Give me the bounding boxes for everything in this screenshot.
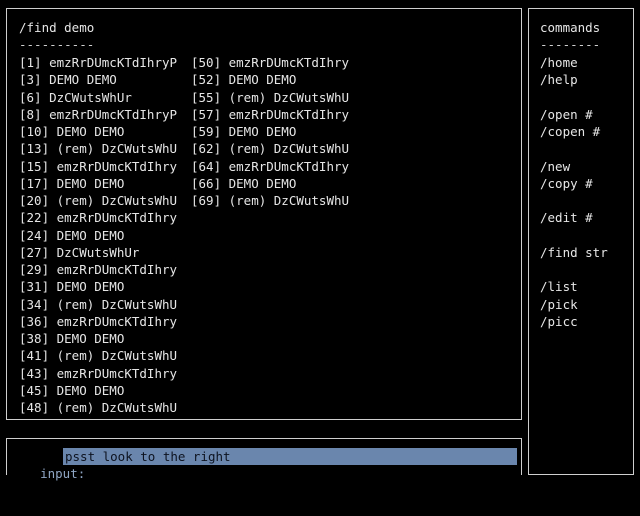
commands-title: commands	[540, 20, 601, 35]
result-item[interactable]: [52] DEMO DEMO	[191, 71, 349, 88]
command-input[interactable]: psst look to the right	[63, 448, 517, 465]
command-item[interactable]: /list	[540, 278, 608, 295]
command-item[interactable]: /copen #	[540, 123, 608, 140]
result-item[interactable]: [45] DEMO DEMO	[19, 382, 177, 399]
result-item[interactable]: [66] DEMO DEMO	[191, 175, 349, 192]
result-item[interactable]: [31] DEMO DEMO	[19, 278, 177, 295]
input-row[interactable]: input: psst look to the right	[7, 448, 519, 481]
command-item[interactable]	[540, 192, 608, 209]
command-item[interactable]: /picc	[540, 313, 608, 330]
result-item[interactable]: [17] DEMO DEMO	[19, 175, 177, 192]
result-item[interactable]: [38] DEMO DEMO	[19, 330, 177, 347]
result-item[interactable]: [20] (rem) DzCWutsWhU	[19, 192, 177, 209]
result-item[interactable]: [22] emzRrDUmcKTdIhry	[19, 209, 177, 226]
input-label: input:	[40, 466, 86, 481]
command-item[interactable]	[540, 89, 608, 106]
result-item[interactable]: [55] (rem) DzCWutsWhU	[191, 89, 349, 106]
commands-list: /home/help/open #/copen # /new/copy # /edi…	[540, 54, 608, 330]
title-underline: ----------	[19, 37, 95, 52]
result-item[interactable]: [15] emzRrDUmcKTdIhry	[19, 158, 177, 175]
result-item[interactable]: [1] emzRrDUmcKTdIhryP	[19, 54, 177, 71]
result-item[interactable]: [3] DEMO DEMO	[19, 71, 177, 88]
results-pane: /find demo ---------- [1] emzRrDUmcKTdIh…	[6, 8, 522, 420]
command-item[interactable]: /copy #	[540, 175, 608, 192]
command-item[interactable]: /new	[540, 158, 608, 175]
commands-underline: --------	[540, 37, 601, 52]
command-item[interactable]	[540, 227, 608, 244]
result-item[interactable]: [8] emzRrDUmcKTdIhryP	[19, 106, 177, 123]
result-item[interactable]: [62] (rem) DzCWutsWhU	[191, 140, 349, 157]
result-item[interactable]: [6] DzCWutsWhUr	[19, 89, 177, 106]
result-item[interactable]: [13] (rem) DzCWutsWhU	[19, 140, 177, 157]
result-item[interactable]: [34] (rem) DzCWutsWhU	[19, 296, 177, 313]
command-item[interactable]: /pick	[540, 296, 608, 313]
result-item[interactable]: [27] DzCWutsWhUr	[19, 244, 177, 261]
command-item[interactable]: /edit #	[540, 209, 608, 226]
command-item[interactable]	[540, 140, 608, 157]
command-item[interactable]: /help	[540, 71, 608, 88]
result-item[interactable]: [10] DEMO DEMO	[19, 123, 177, 140]
results-column-left: [1] emzRrDUmcKTdIhryP [3] DEMO DEMO [6] Dz…	[19, 54, 177, 416]
results-column-right: [50] emzRrDUmcKTdIhry [52] DEMO DEMO [55] …	[191, 54, 349, 209]
input-pane: input: psst look to the right	[6, 438, 522, 481]
commands-pane: commands -------- /home/help/open #/cope…	[528, 8, 634, 475]
result-item[interactable]: [36] emzRrDUmcKTdIhry	[19, 313, 177, 330]
result-item[interactable]: [41] (rem) DzCWutsWhU	[19, 347, 177, 364]
result-item[interactable]: [48] (rem) DzCWutsWhU	[19, 399, 177, 416]
result-item[interactable]: [24] DEMO DEMO	[19, 227, 177, 244]
result-item[interactable]: [69] (rem) DzCWutsWhU	[191, 192, 349, 209]
result-item[interactable]: [59] DEMO DEMO	[191, 123, 349, 140]
result-item[interactable]: [64] emzRrDUmcKTdIhry	[191, 158, 349, 175]
command-item[interactable]: /open #	[540, 106, 608, 123]
result-item[interactable]: [57] emzRrDUmcKTdIhry	[191, 106, 349, 123]
result-item[interactable]: [29] emzRrDUmcKTdIhry	[19, 261, 177, 278]
command-item[interactable]: /home	[540, 54, 608, 71]
pane-title: /find demo	[19, 20, 95, 35]
command-item[interactable]	[540, 261, 608, 278]
command-item[interactable]: /find str	[540, 244, 608, 261]
result-item[interactable]: [43] emzRrDUmcKTdIhry	[19, 365, 177, 382]
result-item[interactable]: [50] emzRrDUmcKTdIhry	[191, 54, 349, 71]
